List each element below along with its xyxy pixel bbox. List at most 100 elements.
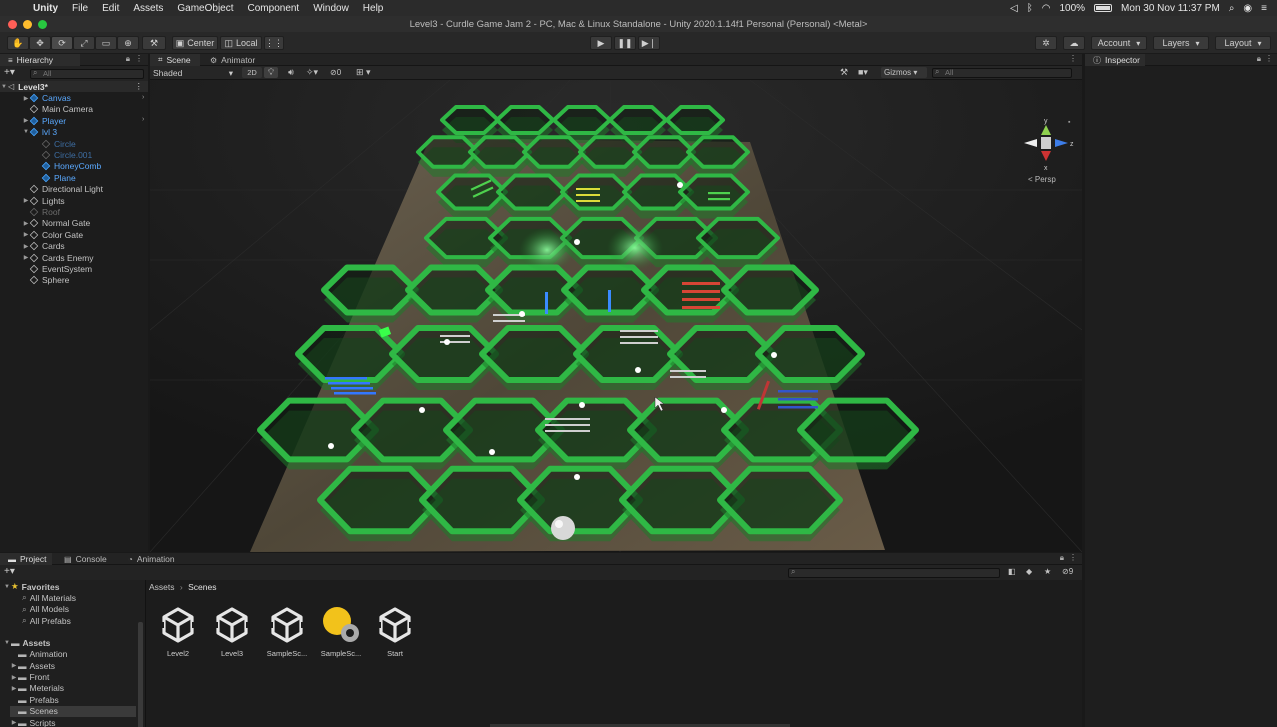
hierarchy-item[interactable]: Circle (41, 138, 76, 149)
tab-animation[interactable]: ◔ Animation (120, 553, 186, 565)
minimize-window-button[interactable] (23, 19, 32, 29)
gizmos-dropdown[interactable]: Gizmos ▾ (881, 67, 927, 78)
hierarchy-item[interactable]: Circle.001 (41, 149, 92, 160)
search-by-label-icon[interactable]: ◆ (1026, 567, 1032, 576)
folder-item[interactable]: ▶ ▬ Meterials (10, 683, 136, 694)
assets-root-row[interactable]: ▼ ▬ Assets (3, 637, 50, 648)
effects-dropdown[interactable]: ✧▾ (302, 67, 322, 78)
zoom-window-button[interactable] (38, 19, 47, 29)
hierarchy-item[interactable]: ▶ Lights (24, 195, 65, 206)
perspective-label[interactable]: < Persp (1028, 175, 1056, 184)
control-center-icon[interactable]: ≡ (1261, 3, 1267, 14)
layers-dropdown[interactable]: Layers (1153, 36, 1209, 50)
search-by-type-icon[interactable]: ◧ (1008, 567, 1016, 576)
menu-unity[interactable]: Unity (26, 3, 65, 14)
breadcrumb-scenes[interactable]: Scenes (188, 582, 216, 592)
scene-file-item[interactable]: SampleSc... (261, 605, 313, 658)
hierarchy-item[interactable]: HoneyComb (41, 161, 101, 172)
scene-panel-menu-icon[interactable]: ⋮ (1069, 54, 1077, 63)
menu-window[interactable]: Window (306, 3, 356, 14)
hierarchy-item[interactable]: ▶ Cards Enemy (24, 252, 94, 263)
scale-tool-button[interactable]: ⤢ (73, 36, 95, 50)
grid-snap-button[interactable]: ⋮⋮ (264, 36, 284, 50)
menu-file[interactable]: File (65, 3, 95, 14)
canvas-arrow-icon[interactable]: › (142, 94, 148, 110)
move-tool-button[interactable]: ✥ (29, 36, 51, 50)
favorite-item[interactable]: ⌕ All Prefabs (22, 615, 71, 626)
breadcrumb-assets[interactable]: Assets (149, 582, 175, 592)
menu-component[interactable]: Component (241, 3, 307, 14)
hierarchy-item[interactable]: EventSystem (29, 263, 92, 274)
hierarchy-item[interactable]: Sphere (29, 275, 69, 286)
assets-caret-icon[interactable]: ▼ (3, 640, 11, 646)
rect-tool-button[interactable]: ▭ (95, 36, 117, 50)
hidden-objects-toggle[interactable]: ⊘0 (330, 67, 354, 78)
draw-mode-dropdown[interactable]: Shaded ▾ (153, 68, 235, 78)
clock[interactable]: Mon 30 Nov 11:37 PM (1121, 3, 1220, 14)
menu-assets[interactable]: Assets (126, 3, 170, 14)
hierarchy-item[interactable]: Main Camera (29, 104, 93, 115)
siri-icon[interactable]: ◉ (1243, 3, 1252, 14)
rotate-tool-button[interactable]: ⟳ (51, 36, 73, 50)
lighting-toggle[interactable]: 💡︎ (264, 67, 278, 78)
favorites-row[interactable]: ▼ ★ Favorites (3, 581, 59, 592)
project-create-button[interactable]: +▾ (4, 566, 15, 577)
lock-icon[interactable]: 🔒︎ (126, 54, 130, 64)
inspector-lock-icon[interactable]: 🔒︎ (1257, 54, 1261, 64)
bluetooth-icon[interactable]: ᛒ (1027, 3, 1033, 14)
menu-gameobject[interactable]: GameObject (170, 3, 240, 14)
create-button[interactable]: +▾ (4, 67, 15, 78)
folder-item[interactable]: ▬ Animation (10, 649, 136, 660)
unity-status-icon[interactable]: ◁ (1010, 3, 1018, 14)
grid-dropdown[interactable]: ⊞ ▾ (356, 67, 382, 78)
hierarchy-item[interactable]: Plane (41, 172, 76, 183)
tab-console[interactable]: ▤ Console (56, 553, 116, 565)
menu-help[interactable]: Help (356, 3, 391, 14)
close-window-button[interactable] (8, 19, 17, 29)
hierarchy-item[interactable]: ▶ Cards (24, 241, 65, 252)
transform-tool-button[interactable]: ⊕ (117, 36, 139, 50)
folder-item[interactable]: ▬ Scenes (10, 705, 136, 717)
collab-button[interactable]: ✲ (1035, 36, 1057, 50)
pause-button[interactable]: ❚❚ (614, 36, 636, 50)
folder-item[interactable]: ▶ ▬ Front (10, 671, 136, 682)
tab-inspector[interactable]: ⓘ Inspector (1085, 54, 1145, 66)
scene-root-row[interactable]: ▼ ◁ Level3* ⋮ (0, 81, 148, 93)
folder-item[interactable]: ▶ ▬ Assets (10, 660, 136, 671)
hierarchy-search-input[interactable]: All (30, 69, 144, 79)
favorite-item[interactable]: ⌕ All Materials (22, 592, 76, 603)
battery-icon[interactable] (1094, 4, 1113, 12)
wifi-icon[interactable]: ◠ (1042, 3, 1051, 14)
scene-render[interactable]: y z x < Persp ▪ (150, 80, 1082, 552)
gizmo-center-cube[interactable] (1041, 137, 1051, 149)
hierarchy-item[interactable]: ▶ Player (24, 115, 66, 126)
hierarchy-item[interactable]: ▶ Canvas (24, 92, 71, 103)
pivot-local-button[interactable]: ◫ Local (220, 36, 262, 50)
pivot-center-button[interactable]: ▣ Center (172, 36, 218, 50)
custom-tool-button[interactable]: ⚒ (142, 36, 166, 50)
scene-menu-icon[interactable]: ⋮ (135, 81, 144, 92)
hierarchy-item[interactable]: Directional Light (29, 184, 103, 195)
project-search-input[interactable] (788, 568, 1000, 578)
folder-caret-icon[interactable]: ▶ (10, 662, 18, 669)
player-arrow-icon[interactable]: › (142, 116, 148, 132)
project-menu-icon[interactable]: ⋮ (1069, 553, 1077, 562)
toggle-2d-button[interactable]: 2D (242, 67, 262, 78)
cloud-button[interactable]: ☁ (1063, 36, 1085, 50)
tab-hierarchy[interactable]: ≡ Hierarchy (0, 54, 80, 66)
inspector-menu-icon[interactable]: ⋮ (1265, 54, 1273, 63)
expand-caret-icon[interactable]: ▼ (22, 129, 30, 135)
expand-caret-icon[interactable]: ▶ (22, 243, 30, 250)
hidden-packages-toggle[interactable]: ⊘9 (1062, 567, 1073, 576)
tab-animator[interactable]: ⚙ Animator (202, 54, 266, 66)
favorite-star-icon[interactable]: ★ (1044, 567, 1051, 576)
folder-caret-icon[interactable]: ▶ (10, 674, 18, 681)
scene-viewport[interactable]: y z x < Persp ▪ (150, 80, 1082, 552)
expand-caret-icon[interactable]: ▶ (22, 95, 30, 102)
tab-project[interactable]: ▬ Project (0, 553, 52, 565)
player-sphere[interactable] (551, 516, 575, 540)
scene-file-item[interactable]: Level2 (152, 605, 204, 658)
folder-caret-icon[interactable]: ▶ (10, 719, 18, 726)
folder-tree-scrollbar[interactable] (138, 622, 143, 727)
tab-scene[interactable]: ⌗ Scene (150, 54, 200, 66)
